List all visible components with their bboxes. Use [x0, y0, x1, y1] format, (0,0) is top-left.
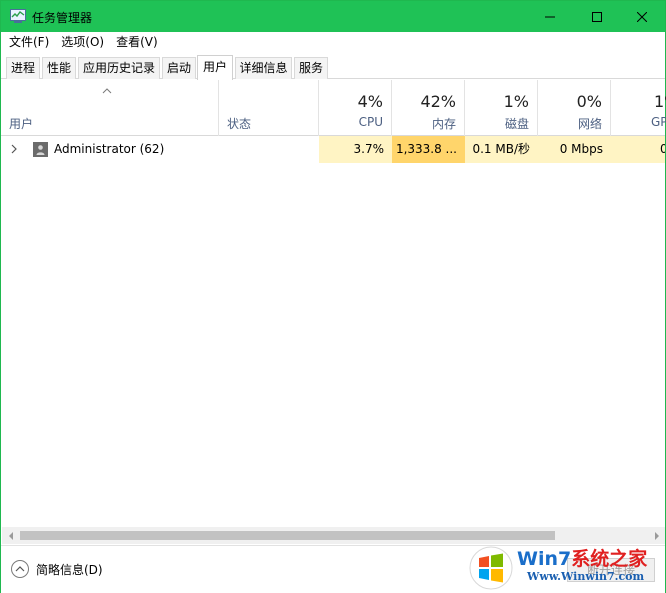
- tab-processes[interactable]: 进程: [6, 57, 40, 79]
- column-network[interactable]: 0% 网络: [538, 80, 611, 136]
- user-name: Administrator (62): [54, 142, 165, 156]
- cell-network: 0 Mbps: [538, 136, 611, 163]
- table-row[interactable]: Administrator (62) 3.7% 1,333.8 ... 0.1 …: [1, 136, 665, 163]
- column-user-label: 用户: [9, 117, 34, 131]
- column-network-label: 网络: [577, 117, 602, 131]
- column-memory-label: 内存: [431, 117, 456, 131]
- column-memory[interactable]: 42% 内存: [392, 80, 465, 136]
- close-icon: [637, 11, 647, 22]
- watermark-brand-a: Win7: [517, 548, 572, 570]
- task-manager-icon: [10, 9, 26, 23]
- menu-file[interactable]: 文件(F): [5, 32, 53, 52]
- menu-bar: 文件(F) 选项(O) 查看(V): [1, 32, 665, 52]
- cell-memory: 1,333.8 ...: [392, 136, 465, 163]
- column-gpu[interactable]: 1% GPU: [611, 80, 666, 136]
- windows-logo-icon: [469, 546, 513, 590]
- tab-bar: 进程 性能 应用历史记录 启动 用户 详细信息 服务: [1, 55, 665, 80]
- disk-total-percent: 1%: [503, 92, 529, 111]
- tab-app-history[interactable]: 应用历史记录: [78, 57, 160, 79]
- tab-startup[interactable]: 启动: [162, 57, 196, 79]
- tab-performance[interactable]: 性能: [42, 57, 76, 79]
- chevron-right-icon[interactable]: [10, 144, 18, 154]
- watermark: Win7系统之家 Www.Winwin7.com: [469, 542, 665, 592]
- column-cpu-label: CPU: [358, 115, 383, 129]
- cell-cpu: 3.7%: [319, 136, 392, 163]
- watermark-url: Www.Winwin7.com: [527, 570, 645, 583]
- maximize-button[interactable]: [574, 1, 620, 32]
- column-gpu-label: GPU: [651, 115, 666, 129]
- menu-options[interactable]: 选项(O): [57, 32, 108, 52]
- minimize-icon: [545, 16, 555, 17]
- user-avatar-icon: [33, 142, 48, 157]
- cell-disk: 0.1 MB/秒: [465, 136, 538, 163]
- column-status-label: 状态: [227, 117, 252, 131]
- network-total-percent: 0%: [576, 92, 602, 111]
- column-disk-label: 磁盘: [504, 117, 529, 131]
- tab-details[interactable]: 详细信息: [235, 57, 292, 79]
- title-bar: 任务管理器: [1, 1, 665, 32]
- window-title: 任务管理器: [32, 11, 93, 25]
- column-status[interactable]: 状态: [219, 80, 319, 136]
- scroll-left-button[interactable]: [2, 527, 19, 544]
- scroll-left-icon: [8, 531, 13, 540]
- memory-total-percent: 42%: [420, 92, 456, 111]
- task-manager-window: 任务管理器 文件(F) 选项(O) 查看(V) 进程 性能 应用历史记录 启动 …: [0, 0, 666, 593]
- minimize-button[interactable]: [527, 1, 573, 32]
- tab-services[interactable]: 服务: [294, 57, 328, 79]
- column-cpu[interactable]: 4% CPU: [319, 80, 392, 136]
- column-header-row: 用户 状态 4% CPU 42% 内存 1% 磁盘 0% 网络 1% GPU: [1, 80, 666, 136]
- sort-ascending-icon: [102, 88, 112, 94]
- column-disk[interactable]: 1% 磁盘: [465, 80, 538, 136]
- cpu-total-percent: 4%: [357, 92, 383, 111]
- tab-users[interactable]: 用户: [197, 55, 233, 80]
- cell-gpu: 0%: [611, 136, 665, 163]
- scroll-right-icon: [654, 531, 659, 540]
- fewer-details-button[interactable]: 简略信息(D): [11, 560, 103, 578]
- column-user[interactable]: 用户: [1, 80, 219, 136]
- menu-view[interactable]: 查看(V): [112, 32, 162, 52]
- close-button[interactable]: [619, 1, 665, 32]
- maximize-icon: [592, 11, 602, 22]
- chevron-up-icon: [11, 560, 29, 578]
- watermark-brand-b: 系统之家: [571, 548, 648, 570]
- gpu-total-percent: 1%: [654, 92, 666, 111]
- fewer-details-label: 简略信息(D): [36, 562, 103, 577]
- watermark-brand: Win7系统之家: [517, 544, 647, 571]
- scrollbar-thumb[interactable]: [20, 531, 555, 540]
